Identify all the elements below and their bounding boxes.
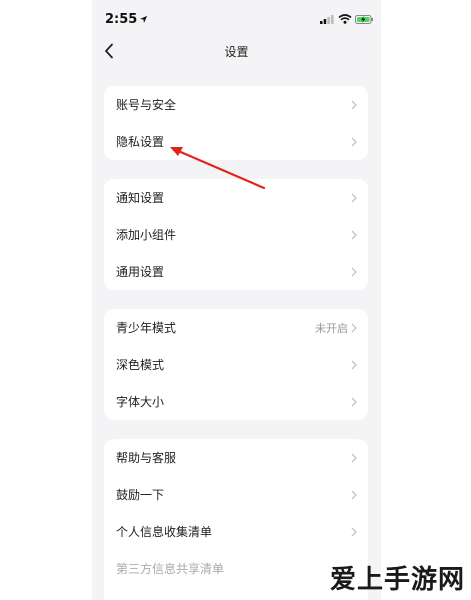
- status-bar: 2:55: [92, 0, 381, 36]
- settings-item-privacy[interactable]: 隐私设置: [104, 123, 368, 160]
- settings-group-display: 青少年模式 未开启 深色模式 字体大小: [104, 309, 368, 420]
- settings-item-encourage[interactable]: 鼓励一下: [104, 476, 368, 513]
- chevron-right-icon: [351, 397, 357, 407]
- watermark-logo: 爱上手游网: [329, 565, 465, 595]
- settings-item-label: 隐私设置: [116, 135, 165, 149]
- settings-item-youth-mode[interactable]: 青少年模式 未开启: [104, 309, 368, 346]
- settings-item-label: 帮助与客服: [116, 451, 177, 465]
- settings-group-account: 账号与安全 隐私设置: [104, 86, 368, 160]
- chevron-right-icon: [351, 230, 357, 240]
- settings-item-third-party-sharing[interactable]: 第三方信息共享清单: [104, 550, 368, 587]
- settings-item-label: 深色模式: [116, 358, 165, 372]
- page-title: 设置: [224, 45, 249, 59]
- chevron-right-icon: [351, 100, 357, 110]
- settings-group-help: 帮助与客服 鼓励一下 个人信息收集清单 第三方信息共享清单: [104, 439, 368, 600]
- settings-item-personal-info-list[interactable]: 个人信息收集清单: [104, 513, 368, 550]
- settings-item-label: 鼓励一下: [116, 488, 165, 502]
- status-time: 2:55: [105, 12, 138, 27]
- settings-group-general: 通知设置 添加小组件 通用设置: [104, 179, 368, 290]
- battery-charging-icon: [355, 15, 373, 24]
- youth-mode-status: 未开启: [315, 321, 348, 335]
- settings-item-font-size[interactable]: 字体大小: [104, 383, 368, 420]
- settings-item-account-security[interactable]: 账号与安全: [104, 86, 368, 123]
- chevron-right-icon: [351, 527, 357, 537]
- settings-item-general-settings[interactable]: 通用设置: [104, 253, 368, 290]
- settings-item-label: 第三方信息共享清单: [116, 562, 225, 576]
- settings-item-label: 字体大小: [116, 395, 165, 409]
- chevron-right-icon: [351, 193, 357, 203]
- settings-item-label: 账号与安全: [116, 98, 177, 112]
- settings-item-label: 添加小组件: [116, 228, 177, 242]
- location-arrow-icon: [139, 15, 148, 24]
- chevron-right-icon: [351, 453, 357, 463]
- wifi-icon: [338, 14, 352, 24]
- settings-item-add-widget[interactable]: 添加小组件: [104, 216, 368, 253]
- chevron-right-icon: [351, 323, 357, 333]
- phone-screen: 2:55 设置 账号与安全 隐私设置 通知设置 添加小组件 通用设置 青少年模式…: [92, 0, 381, 600]
- settings-item-dark-mode[interactable]: 深色模式: [104, 346, 368, 383]
- nav-bar: 设置: [92, 36, 381, 66]
- settings-item-label: 通知设置: [116, 191, 165, 205]
- chevron-right-icon: [351, 360, 357, 370]
- settings-item-notifications[interactable]: 通知设置: [104, 179, 368, 216]
- chevron-right-icon: [351, 490, 357, 500]
- settings-item-label: 通用设置: [116, 265, 165, 279]
- settings-item-label: 个人信息收集清单: [116, 525, 213, 539]
- settings-item-help-support[interactable]: 帮助与客服: [104, 439, 368, 476]
- chevron-right-icon: [351, 137, 357, 147]
- settings-item-label: 青少年模式: [116, 321, 177, 335]
- signal-icon: [320, 15, 334, 24]
- chevron-right-icon: [351, 267, 357, 277]
